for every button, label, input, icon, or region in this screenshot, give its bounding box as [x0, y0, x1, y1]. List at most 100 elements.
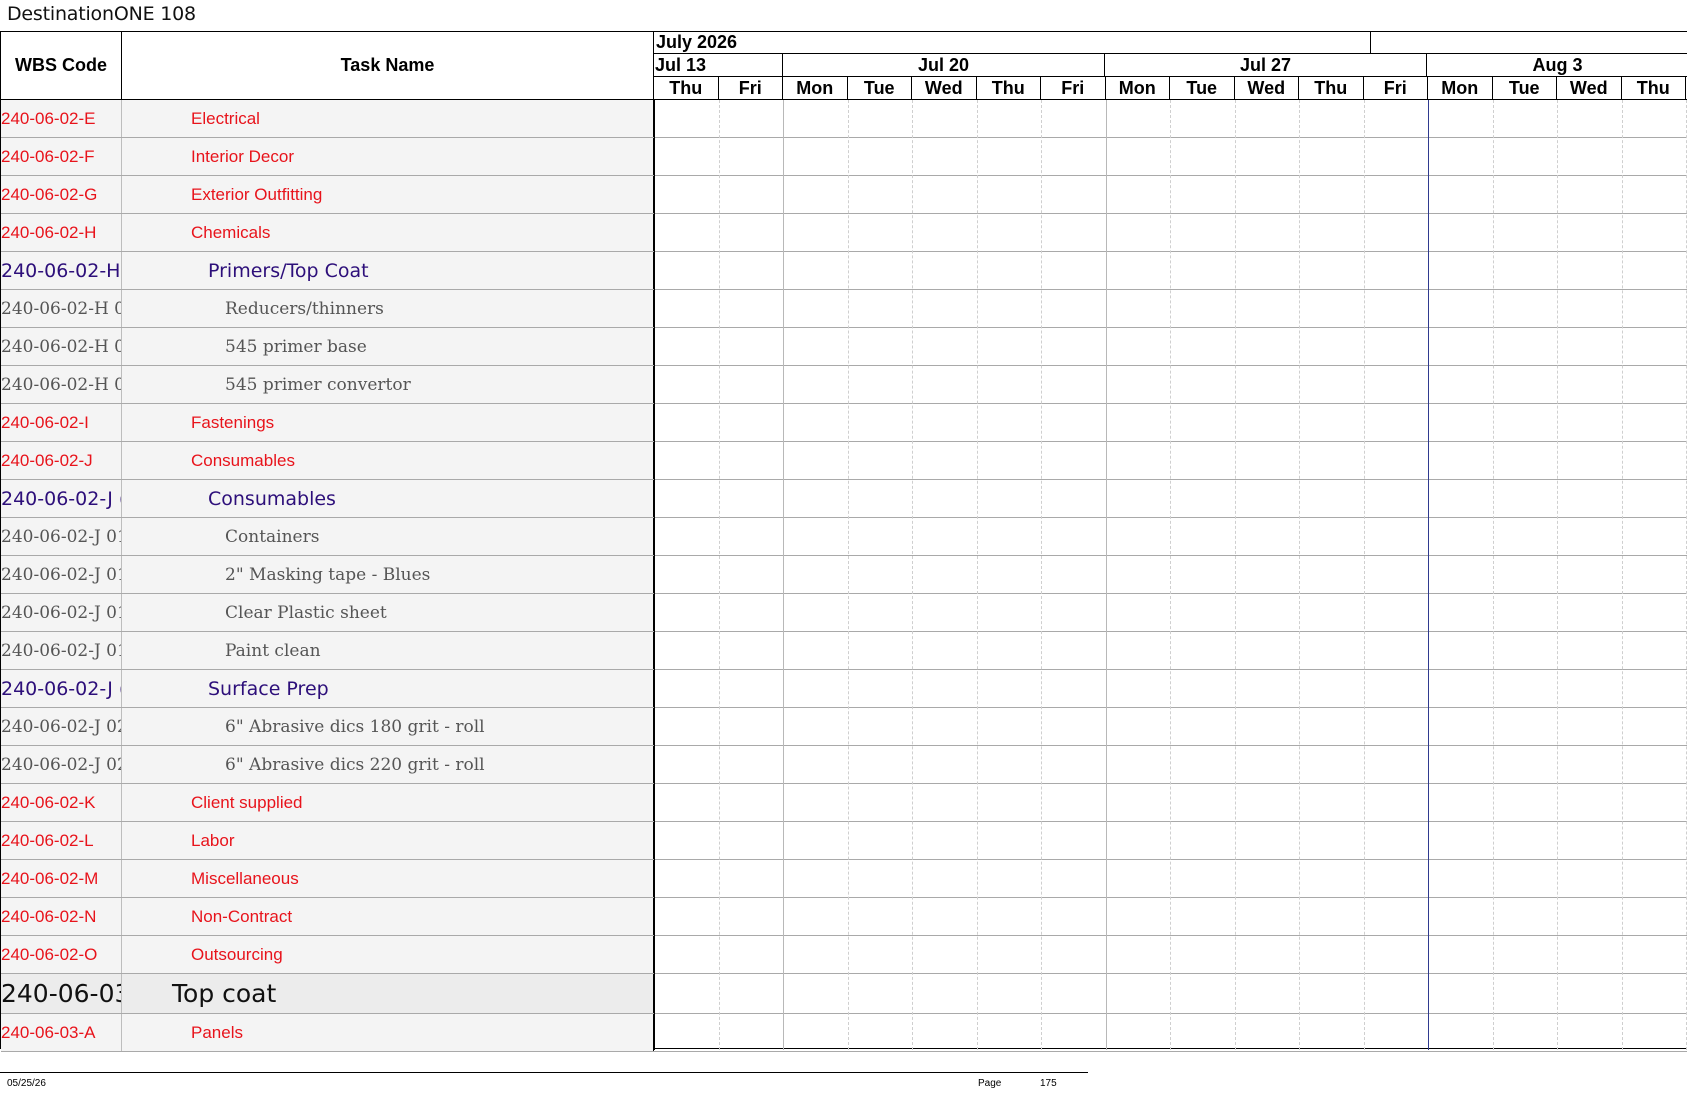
task-row[interactable]: 240-06-02-M Miscellaneous: [1, 860, 1687, 898]
task-name-cell[interactable]: 545 primer convertor: [122, 366, 654, 403]
wbs-code-cell[interactable]: 240-06-02-O: [1, 936, 122, 973]
task-row[interactable]: 240-06-02-H Chemicals: [1, 214, 1687, 252]
wbs-code-cell[interactable]: 240-06-02-J: [1, 442, 122, 479]
task-name-text: Top coat: [172, 979, 277, 1008]
task-row[interactable]: 240-06-02-H 01 545 primer convertor: [1, 366, 1687, 404]
task-name-text: 6" Abrasive dics 220 grit - roll: [225, 754, 485, 775]
task-row[interactable]: 240-06-02-J 01 2" Masking tape - Blues: [1, 556, 1687, 594]
task-name-cell[interactable]: Consumables: [122, 442, 654, 479]
task-row[interactable]: 240-06-02-N Non-Contract: [1, 898, 1687, 936]
day-header: Mon: [783, 77, 848, 100]
wbs-code-cell[interactable]: 240-06-02-I: [1, 404, 122, 441]
wbs-code-cell[interactable]: 240-06-02-M: [1, 860, 122, 897]
task-row[interactable]: 240-06-02-J 02 6" Abrasive dics 180 grit …: [1, 708, 1687, 746]
task-row[interactable]: 240-06-02-J (Consumables: [1, 480, 1687, 518]
task-name-cell[interactable]: Outsourcing: [122, 936, 654, 973]
task-name-text: Panels: [191, 1022, 243, 1042]
task-name-cell[interactable]: Primers/Top Coat: [122, 252, 654, 289]
wbs-code-cell[interactable]: 240-06-02-H: [1, 214, 122, 251]
task-row[interactable]: 240-06-02-J Consumables: [1, 442, 1687, 480]
task-row[interactable]: 240-06-02-H (Primers/Top Coat: [1, 252, 1687, 290]
task-row[interactable]: 240-06-02-J 01 Paint clean: [1, 632, 1687, 670]
wbs-code-cell[interactable]: 240-06-02-H 01: [1, 290, 122, 327]
task-name-cell[interactable]: 6" Abrasive dics 220 grit - roll: [122, 746, 654, 783]
day-header: Thu: [1622, 77, 1686, 100]
wbs-code-cell[interactable]: 240-06-02-H 01: [1, 366, 122, 403]
task-name-cell[interactable]: Non-Contract: [122, 898, 654, 935]
page-number: 175: [1040, 1078, 1057, 1089]
wbs-code-cell[interactable]: 240-06-02-G: [1, 176, 122, 213]
task-name-cell[interactable]: Client supplied: [122, 784, 654, 821]
task-name-cell[interactable]: Panels: [122, 1014, 654, 1051]
day-header: Tue: [1170, 77, 1235, 100]
task-name-cell[interactable]: Containers: [122, 518, 654, 555]
wbs-code-cell[interactable]: 240-06-02-J 01: [1, 594, 122, 631]
wbs-code-cell[interactable]: 240-06-03: [1, 974, 122, 1013]
task-row[interactable]: 240-06-02-K Client supplied: [1, 784, 1687, 822]
task-name-text: 6" Abrasive dics 180 grit - roll: [225, 716, 485, 737]
wbs-code-cell[interactable]: 240-06-02-J 02: [1, 708, 122, 745]
task-row[interactable]: 240-06-03 Top coat: [1, 974, 1687, 1014]
task-row[interactable]: 240-06-02-L Labor: [1, 822, 1687, 860]
wbs-code-cell[interactable]: 240-06-02-J 01: [1, 556, 122, 593]
task-name-cell[interactable]: Consumables: [122, 480, 654, 517]
task-row[interactable]: 240-06-02-H 01 545 primer base: [1, 328, 1687, 366]
wbs-code-cell[interactable]: 240-06-02-H (: [1, 252, 122, 289]
task-name-text: Electrical: [191, 108, 260, 128]
task-row[interactable]: 240-06-02-J (Surface Prep: [1, 670, 1687, 708]
wbs-code-cell[interactable]: 240-06-02-H 01: [1, 328, 122, 365]
wbs-code-cell[interactable]: 240-06-02-J 02: [1, 746, 122, 783]
task-row[interactable]: 240-06-02-I Fastenings: [1, 404, 1687, 442]
task-row[interactable]: 240-06-02-F Interior Decor: [1, 138, 1687, 176]
wbs-code-cell[interactable]: 240-06-03-A: [1, 1014, 122, 1051]
wbs-code-cell[interactable]: 240-06-02-K: [1, 784, 122, 821]
task-name-cell[interactable]: Electrical: [122, 100, 654, 137]
week-label: Jul 13: [654, 54, 783, 77]
task-name-cell[interactable]: Paint clean: [122, 632, 654, 669]
task-name-text: Client supplied: [191, 792, 303, 812]
task-name-cell[interactable]: 545 primer base: [122, 328, 654, 365]
task-row[interactable]: 240-06-02-O Outsourcing: [1, 936, 1687, 974]
task-name-cell[interactable]: 2" Masking tape - Blues: [122, 556, 654, 593]
wbs-code-cell[interactable]: 240-06-02-J 01: [1, 518, 122, 555]
day-header: Mon: [1428, 77, 1493, 100]
print-date: 05/25/26: [7, 1078, 46, 1089]
task-name-cell[interactable]: Clear Plastic sheet: [122, 594, 654, 631]
task-name-cell[interactable]: Interior Decor: [122, 138, 654, 175]
timeline-gridline: [1492, 100, 1494, 1050]
wbs-code-cell[interactable]: 240-06-02-L: [1, 822, 122, 859]
task-row[interactable]: 240-06-03-A Panels: [1, 1014, 1687, 1052]
day-header: Mon: [1106, 77, 1170, 100]
task-row[interactable]: 240-06-02-J 01 Containers: [1, 518, 1687, 556]
task-name-cell[interactable]: Labor: [122, 822, 654, 859]
wbs-code-cell[interactable]: 240-06-02-J (: [1, 480, 122, 517]
task-row[interactable]: 240-06-02-G Exterior Outfitting: [1, 176, 1687, 214]
day-header: Fri: [1364, 77, 1428, 100]
wbs-code-cell[interactable]: 240-06-02-E: [1, 100, 122, 137]
task-name-column-header[interactable]: Task Name: [122, 32, 654, 100]
task-row[interactable]: 240-06-02-E Electrical: [1, 100, 1687, 138]
task-name-cell[interactable]: Reducers/thinners: [122, 290, 654, 327]
task-name-cell[interactable]: Chemicals: [122, 214, 654, 251]
task-row[interactable]: 240-06-02-J 01 Clear Plastic sheet: [1, 594, 1687, 632]
wbs-code-cell[interactable]: 240-06-02-F: [1, 138, 122, 175]
week-label: Aug 3: [1427, 54, 1687, 77]
wbs-code-cell[interactable]: 240-06-02-N: [1, 898, 122, 935]
task-name-cell[interactable]: Miscellaneous: [122, 860, 654, 897]
task-row[interactable]: 240-06-02-H 01 Reducers/thinners: [1, 290, 1687, 328]
task-name-cell[interactable]: Top coat: [122, 974, 654, 1013]
task-name-cell[interactable]: Fastenings: [122, 404, 654, 441]
timeline-gridline: [654, 100, 655, 1050]
day-header: Thu: [977, 77, 1041, 100]
task-name-cell[interactable]: Surface Prep: [122, 670, 654, 707]
day-header: Fri: [1041, 77, 1106, 100]
task-name-cell[interactable]: Exterior Outfitting: [122, 176, 654, 213]
timeline-header: July 2026 Jul 13 Jul 20 Jul 27 Aug 3 Thu…: [654, 32, 1687, 100]
task-row[interactable]: 240-06-02-J 02 6" Abrasive dics 220 grit …: [1, 746, 1687, 784]
wbs-column-header[interactable]: WBS Code: [1, 32, 122, 100]
wbs-code-cell[interactable]: 240-06-02-J 01: [1, 632, 122, 669]
wbs-code-cell[interactable]: 240-06-02-J (: [1, 670, 122, 707]
day-header: Wed: [912, 77, 977, 100]
timeline-gridline: [1621, 100, 1623, 1050]
task-name-cell[interactable]: 6" Abrasive dics 180 grit - roll: [122, 708, 654, 745]
